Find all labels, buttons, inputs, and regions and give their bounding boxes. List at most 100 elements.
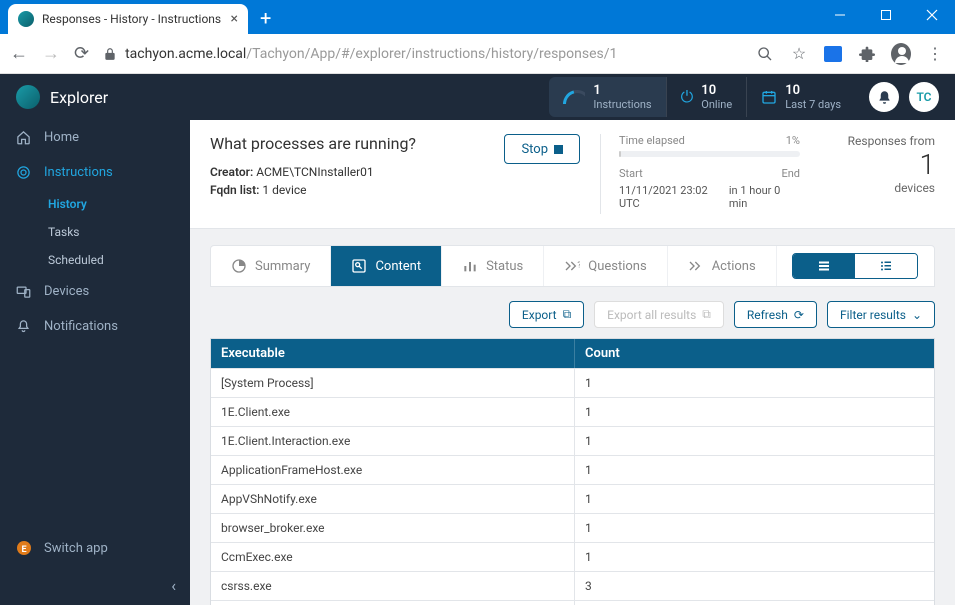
view-table-button[interactable] <box>793 254 855 278</box>
cell-executable: CcmExec.exe <box>211 543 574 571</box>
home-icon <box>16 130 32 145</box>
table-row[interactable]: 1E.Client.Interaction.exe1 <box>211 426 934 455</box>
sidebar-item-devices[interactable]: Devices <box>0 274 190 309</box>
tab-title: Responses - History - Instructions <box>42 12 223 26</box>
elapsed-label: Time elapsed <box>619 134 685 147</box>
table-row[interactable]: [System Process]1 <box>211 368 934 397</box>
switch-app-icon: E <box>16 540 32 556</box>
refresh-button[interactable]: Refresh⟳ <box>734 301 817 328</box>
maximize-button[interactable] <box>863 0 909 30</box>
progress-bar <box>619 151 800 157</box>
export-all-button: Export all results⧉ <box>594 301 724 328</box>
cell-count: 1 <box>574 514 934 542</box>
app-brand[interactable]: Explorer <box>16 85 108 109</box>
star-icon[interactable]: ☆ <box>789 44 809 64</box>
comment-icon[interactable] <box>823 44 843 64</box>
favicon-icon <box>18 11 34 27</box>
sidebar-item-instructions[interactable]: Instructions <box>0 155 190 190</box>
devices-icon <box>16 284 32 299</box>
instructions-icon <box>16 165 32 180</box>
stat-instructions[interactable]: 1Instructions <box>549 77 665 117</box>
actions-icon <box>688 258 704 274</box>
sidebar-item-notifications[interactable]: Notifications <box>0 309 190 344</box>
export-button[interactable]: Export⧉ <box>509 301 584 328</box>
cell-executable: ctfmon.exe <box>211 601 574 605</box>
tab-questions[interactable]: ?Questions <box>544 246 667 286</box>
sidebar: Home Instructions History Tasks Schedule… <box>0 120 190 605</box>
external-link-icon: ⧉ <box>702 307 711 322</box>
cell-executable: ApplicationFrameHost.exe <box>211 456 574 484</box>
main-content: What processes are running? Stop Creator… <box>190 120 955 605</box>
elapsed-pct: 1% <box>786 134 800 147</box>
cell-executable: [System Process] <box>211 369 574 397</box>
cell-executable: csrss.exe <box>211 572 574 600</box>
table-row[interactable]: ctfmon.exe1 <box>211 600 934 605</box>
tab-actions[interactable]: Actions <box>668 246 777 286</box>
forward-button[interactable]: → <box>42 43 60 64</box>
extensions-icon[interactable] <box>857 44 877 64</box>
view-list-button[interactable] <box>855 254 917 278</box>
back-button[interactable]: ← <box>10 43 28 64</box>
filter-button[interactable]: Filter results⌄ <box>827 301 935 328</box>
sidebar-label: Devices <box>44 284 89 299</box>
url-host: tachyon.acme.local <box>125 46 246 62</box>
view-toggle <box>792 253 918 279</box>
results-table: Executable Count [System Process]11E.Cli… <box>210 338 935 605</box>
sidebar-sub-scheduled[interactable]: Scheduled <box>0 246 190 274</box>
app-name: Explorer <box>50 88 108 107</box>
menu-icon[interactable]: ⋮ <box>925 44 945 64</box>
cell-count: 1 <box>574 369 934 397</box>
table-row[interactable]: CcmExec.exe1 <box>211 542 934 571</box>
table-row[interactable]: browser_broker.exe1 <box>211 513 934 542</box>
sidebar-label: Home <box>44 130 79 145</box>
refresh-icon: ⟳ <box>794 308 804 322</box>
cell-count: 1 <box>574 601 934 605</box>
tab-content[interactable]: Content <box>331 246 442 286</box>
cell-executable: browser_broker.exe <box>211 514 574 542</box>
stat-online[interactable]: ⏻ 10Online <box>666 77 747 117</box>
svg-text:E: E <box>21 545 26 555</box>
tab-summary[interactable]: Summary <box>211 246 331 286</box>
switch-app-button[interactable]: E Switch app <box>0 530 190 566</box>
address-bar[interactable]: tachyon.acme.local/Tachyon/App/#/explore… <box>103 46 741 62</box>
table-row[interactable]: ApplicationFrameHost.exe1 <box>211 455 934 484</box>
stop-button[interactable]: Stop <box>504 134 580 164</box>
cell-executable: AppVShNotify.exe <box>211 485 574 513</box>
profile-icon[interactable] <box>891 44 911 64</box>
instruction-info-panel: What processes are running? Stop Creator… <box>190 120 955 229</box>
app-logo-icon <box>16 85 40 109</box>
tab-status[interactable]: Status <box>442 246 544 286</box>
sidebar-label: Notifications <box>44 319 118 334</box>
new-tab-button[interactable]: + <box>248 6 283 34</box>
notifications-button[interactable] <box>869 82 899 112</box>
chevron-down-icon: ⌄ <box>912 308 922 322</box>
bell-icon <box>16 319 32 334</box>
table-row[interactable]: AppVShNotify.exe1 <box>211 484 934 513</box>
cell-count: 1 <box>574 543 934 571</box>
close-window-button[interactable] <box>909 0 955 30</box>
cell-count: 1 <box>574 456 934 484</box>
cell-count: 1 <box>574 427 934 455</box>
stat-period[interactable]: 10Last 7 days <box>746 77 855 117</box>
responses-label: Responses from <box>820 134 935 148</box>
window-titlebar: Responses - History - Instructions × + <box>0 0 955 34</box>
collapse-sidebar-button[interactable]: ‹ <box>0 566 190 605</box>
user-avatar[interactable]: TC <box>909 82 939 112</box>
sidebar-sub-history[interactable]: History <box>0 190 190 218</box>
close-tab-icon[interactable]: × <box>231 11 238 27</box>
minimize-button[interactable] <box>817 0 863 30</box>
reload-button[interactable]: ⟳ <box>74 43 89 64</box>
search-icon[interactable] <box>755 44 775 64</box>
table-row[interactable]: 1E.Client.exe1 <box>211 397 934 426</box>
table-row[interactable]: csrss.exe3 <box>211 571 934 600</box>
column-header-executable[interactable]: Executable <box>211 339 574 368</box>
content-icon <box>351 258 367 274</box>
column-header-count[interactable]: Count <box>574 339 934 368</box>
browser-tab[interactable]: Responses - History - Instructions × <box>8 4 248 34</box>
cell-count: 1 <box>574 485 934 513</box>
cell-executable: 1E.Client.exe <box>211 398 574 426</box>
sidebar-sub-tasks[interactable]: Tasks <box>0 218 190 246</box>
lock-icon <box>103 47 117 61</box>
sidebar-item-home[interactable]: Home <box>0 120 190 155</box>
external-link-icon: ⧉ <box>563 307 572 322</box>
